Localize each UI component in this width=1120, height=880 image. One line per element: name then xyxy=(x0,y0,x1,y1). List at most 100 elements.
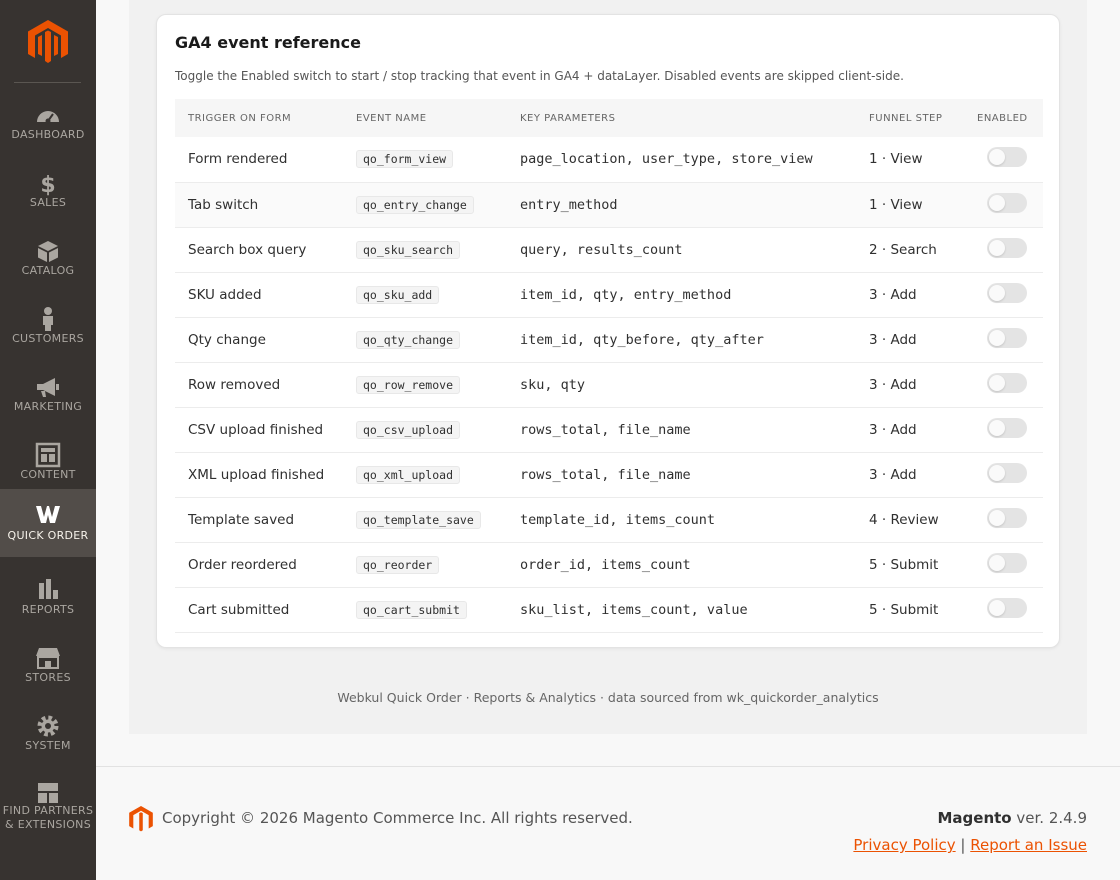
sidebar-item-quick-order[interactable]: QUICK ORDER xyxy=(0,489,96,557)
enabled-toggle[interactable] xyxy=(987,462,1027,483)
trigger-cell: Qty change xyxy=(175,317,343,363)
link-separator: | xyxy=(960,836,966,854)
sidebar-item-system[interactable]: SYSTEM xyxy=(0,705,96,773)
storefront-icon xyxy=(35,645,61,671)
funnel-step-cell: 5 · Submit xyxy=(856,542,964,588)
table-row: Form rendered qo_form_view page_location, … xyxy=(175,137,1043,183)
event-name-code: qo_sku_add xyxy=(356,285,440,304)
key-parameters-cell: item_id, qty, entry_method xyxy=(507,272,856,318)
event-name-cell: qo_sku_search xyxy=(343,227,507,273)
footer-links: Privacy Policy | Report an Issue xyxy=(853,836,1087,854)
table-row: Qty change qo_qty_change item_id, qty_befo… xyxy=(175,317,1043,363)
sidebar-item-sales[interactable]: $ SALES xyxy=(0,162,96,230)
content-footer-note: Webkul Quick Order · Reports & Analytics… xyxy=(337,690,879,705)
bar-chart-icon xyxy=(35,577,61,603)
enabled-cell xyxy=(964,227,1043,273)
report-issue-link[interactable]: Report an Issue xyxy=(970,836,1087,854)
svg-text:$: $ xyxy=(40,173,55,196)
event-name-cell: qo_reorder xyxy=(343,542,507,588)
sidebar-item-label-line1: FIND PARTNERS xyxy=(2,804,94,817)
event-name-code: qo_form_view xyxy=(356,150,454,169)
sidebar-item-label: QUICK ORDER xyxy=(7,529,89,542)
enabled-toggle[interactable] xyxy=(987,507,1027,528)
enabled-toggle[interactable] xyxy=(987,327,1027,348)
sidebar-item-label: CONTENT xyxy=(20,468,76,481)
funnel-step-cell: 2 · Search xyxy=(856,227,964,273)
column-header-funnel-step: FUNNEL STEP xyxy=(856,99,964,137)
funnel-step-cell: 3 · Add xyxy=(856,362,964,408)
sidebar-item-dashboard[interactable]: DASHBOARD xyxy=(0,94,96,162)
enabled-toggle[interactable] xyxy=(987,417,1027,438)
enabled-cell xyxy=(964,407,1043,453)
key-parameters-cell: query, results_count xyxy=(507,227,856,273)
table-header-row: TRIGGER ON FORM EVENT NAME KEY PARAMETER… xyxy=(175,99,1043,137)
enabled-toggle[interactable] xyxy=(987,597,1027,618)
event-name-cell: qo_cart_submit xyxy=(343,587,507,633)
sidebar-item-label: CATALOG xyxy=(21,264,75,277)
trigger-cell: XML upload finished xyxy=(175,452,343,498)
trigger-cell: Order reordered xyxy=(175,542,343,588)
key-parameters-cell: rows_total, file_name xyxy=(507,452,856,498)
person-icon xyxy=(35,306,61,332)
column-header-trigger: TRIGGER ON FORM xyxy=(175,99,343,137)
ga4-event-card: GA4 event reference Toggle the Enabled s… xyxy=(156,14,1060,648)
event-name-code: qo_entry_change xyxy=(356,195,474,214)
event-name-cell: qo_xml_upload xyxy=(343,452,507,498)
gear-icon xyxy=(35,713,61,739)
event-name-cell: qo_row_remove xyxy=(343,362,507,408)
trigger-cell: Template saved xyxy=(175,497,343,543)
funnel-step-cell: 1 · View xyxy=(856,182,964,228)
enabled-toggle[interactable] xyxy=(987,192,1027,213)
sidebar-item-label: SALES xyxy=(29,196,67,209)
enabled-toggle[interactable] xyxy=(987,372,1027,393)
key-parameters-cell: item_id, qty_before, qty_after xyxy=(507,317,856,363)
copyright-text: Copyright © 2026 Magento Commerce Inc. A… xyxy=(162,809,633,827)
brand-name: Magento xyxy=(937,809,1012,827)
webkul-w-icon xyxy=(35,501,61,527)
enabled-cell xyxy=(964,587,1043,633)
key-parameters-cell: template_id, items_count xyxy=(507,497,856,543)
key-parameters-cell: sku, qty xyxy=(507,362,856,408)
event-name-code: qo_cart_submit xyxy=(356,600,467,619)
enabled-toggle[interactable] xyxy=(987,282,1027,303)
key-parameters-cell: page_location, user_type, store_view xyxy=(507,137,856,183)
magento-logo-icon[interactable] xyxy=(28,20,68,64)
key-parameters-cell: rows_total, file_name xyxy=(507,407,856,453)
event-name-cell: qo_entry_change xyxy=(343,182,507,228)
sidebar-item-label: CUSTOMERS xyxy=(12,332,84,345)
sidebar-item-stores[interactable]: STORES xyxy=(0,637,96,705)
column-header-enabled: ENABLED xyxy=(964,99,1043,137)
sidebar-item-label: REPORTS xyxy=(21,603,75,616)
sidebar-item-reports[interactable]: REPORTS xyxy=(0,569,96,637)
funnel-step-cell: 3 · Add xyxy=(856,272,964,318)
trigger-cell: Cart submitted xyxy=(175,587,343,633)
dashboard-icon xyxy=(35,102,61,128)
table-row: Search box query qo_sku_search query, resu… xyxy=(175,227,1043,273)
layout-icon xyxy=(35,442,61,468)
admin-sidebar: DASHBOARD $ SALES CATALOG CUSTOMERS MARK… xyxy=(0,0,96,880)
enabled-cell xyxy=(964,497,1043,543)
enabled-cell xyxy=(964,452,1043,498)
enabled-toggle[interactable] xyxy=(987,552,1027,573)
table-row: Order reordered qo_reorder order_id, items… xyxy=(175,542,1043,588)
privacy-policy-link[interactable]: Privacy Policy xyxy=(853,836,955,854)
sidebar-item-marketing[interactable]: MARKETING xyxy=(0,366,96,434)
enabled-toggle[interactable] xyxy=(987,237,1027,258)
trigger-cell: SKU added xyxy=(175,272,343,318)
funnel-step-cell: 4 · Review xyxy=(856,497,964,543)
event-name-code: qo_reorder xyxy=(356,555,440,574)
key-parameters-cell: sku_list, items_count, value xyxy=(507,587,856,633)
enabled-cell xyxy=(964,137,1043,183)
sidebar-item-find-partners[interactable]: FIND PARTNERS & EXTENSIONS xyxy=(0,772,96,836)
sidebar-item-customers[interactable]: CUSTOMERS xyxy=(0,298,96,366)
enabled-cell xyxy=(964,272,1043,318)
trigger-cell: Search box query xyxy=(175,227,343,273)
sidebar-item-label: DASHBOARD xyxy=(11,128,85,141)
funnel-step-cell: 5 · Submit xyxy=(856,587,964,633)
event-name-code: qo_template_save xyxy=(356,510,481,529)
key-parameters-cell: entry_method xyxy=(507,182,856,228)
sidebar-item-catalog[interactable]: CATALOG xyxy=(0,230,96,298)
event-name-code: qo_row_remove xyxy=(356,375,461,394)
column-header-event-name: EVENT NAME xyxy=(343,99,507,137)
enabled-toggle[interactable] xyxy=(987,147,1027,168)
